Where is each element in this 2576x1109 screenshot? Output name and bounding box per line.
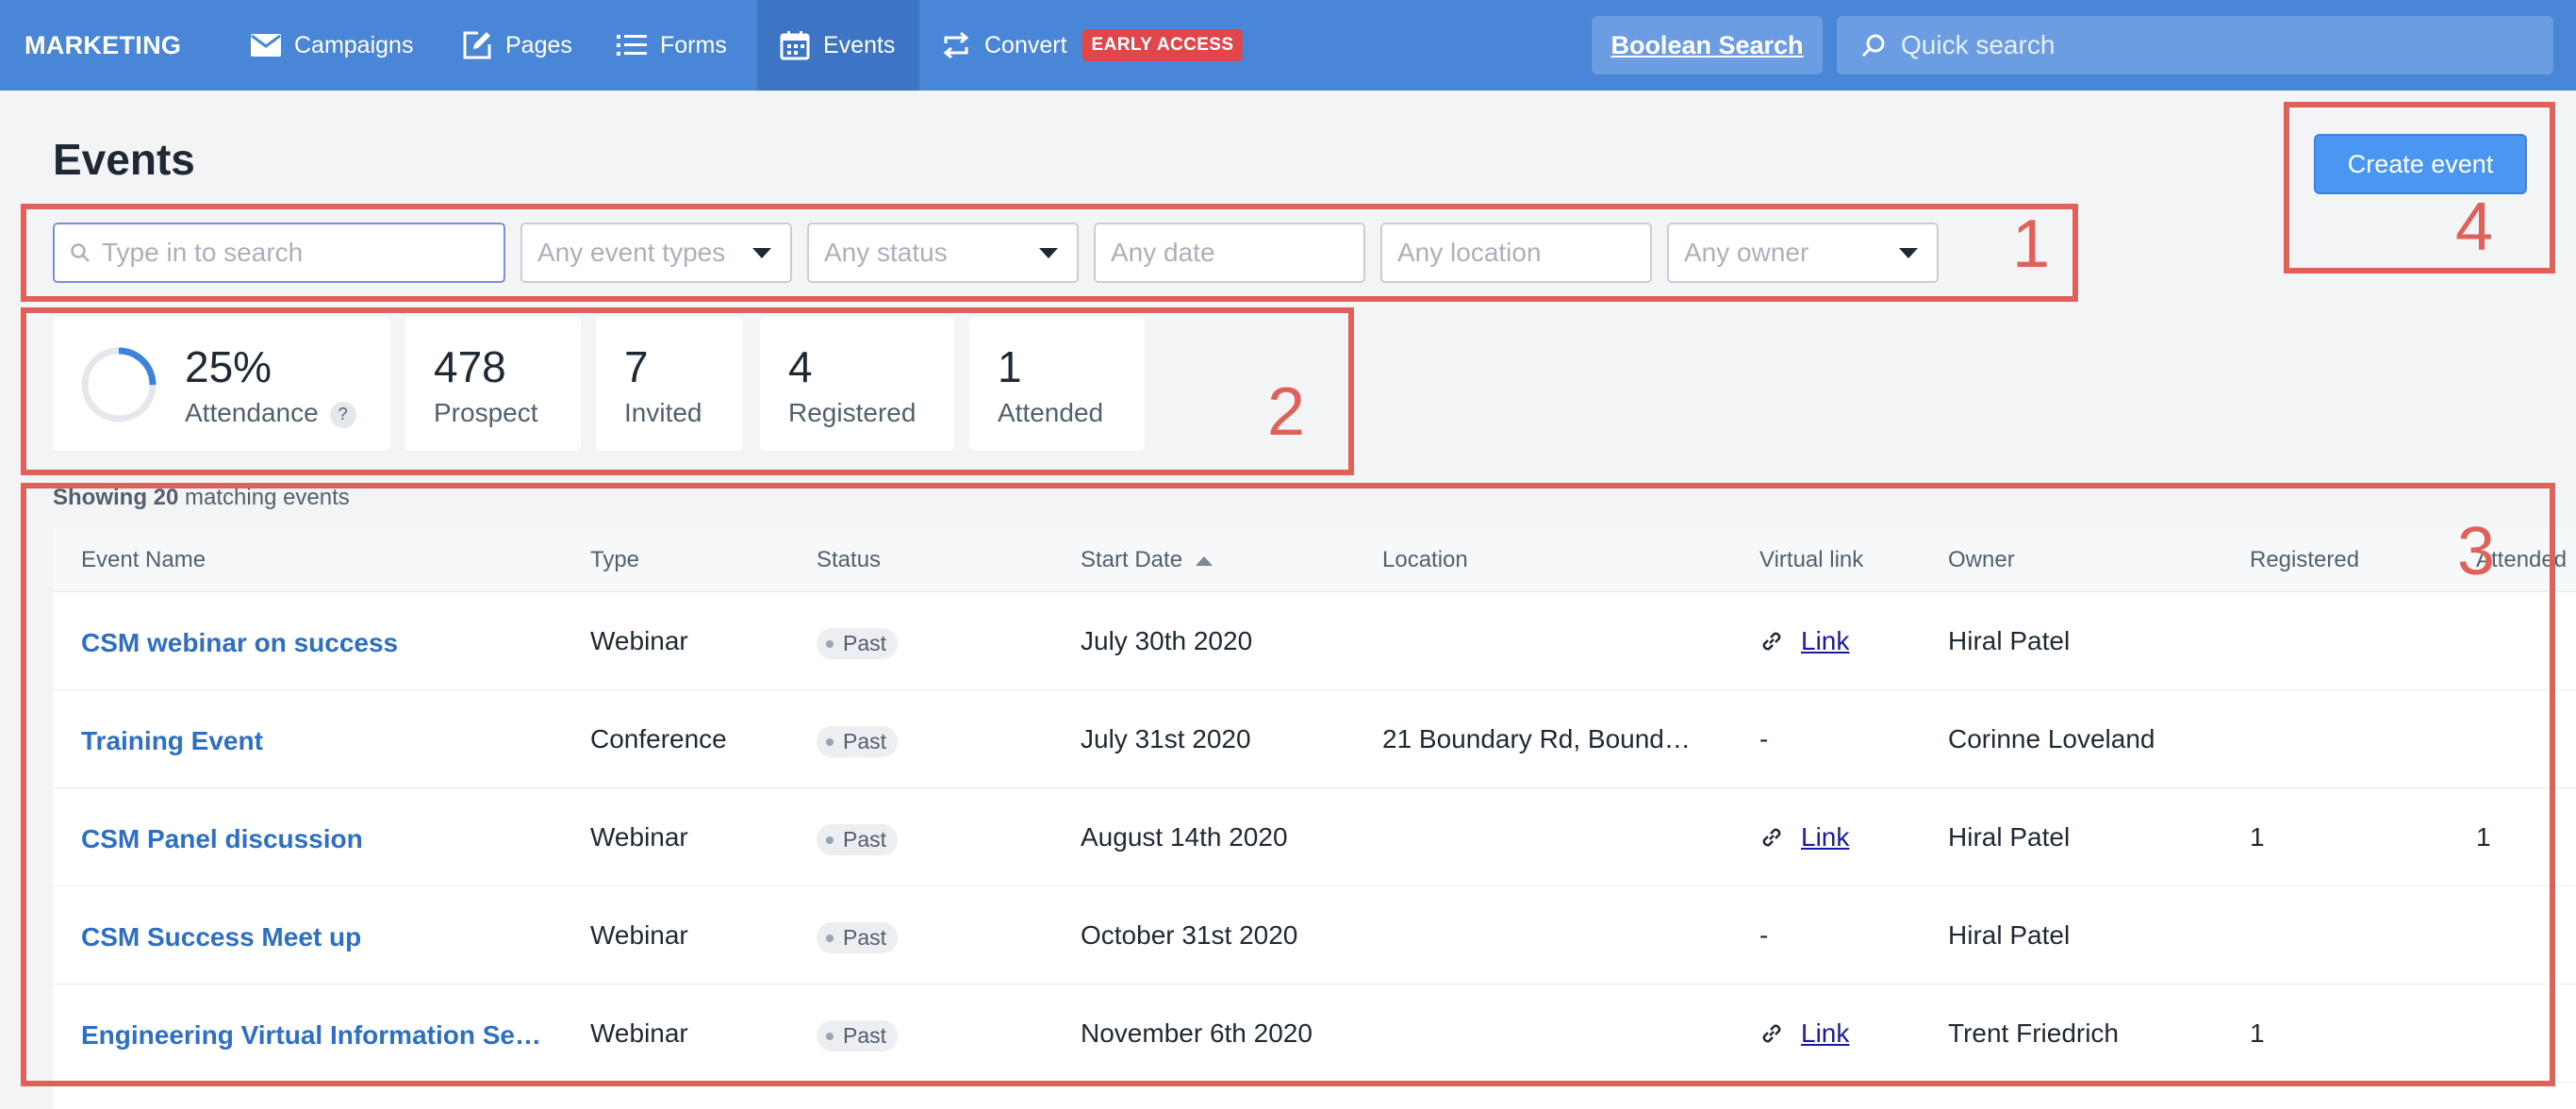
nav-item-forms[interactable]: Forms	[615, 0, 727, 91]
edit-page-icon	[460, 28, 494, 62]
annotation-box-4	[2284, 102, 2555, 273]
nav-label-pages: Pages	[505, 31, 572, 58]
nav-label-convert: Convert	[984, 31, 1067, 58]
brand-label[interactable]: MARKETING	[25, 0, 181, 91]
envelope-icon	[249, 28, 283, 62]
nav-item-campaigns[interactable]: Campaigns	[249, 0, 413, 91]
nav-label-campaigns: Campaigns	[294, 31, 414, 58]
nav-label-forms: Forms	[660, 31, 727, 58]
annotation-number-1: 1	[2012, 207, 2051, 282]
convert-icon	[939, 28, 973, 62]
annotation-box-1	[21, 204, 2078, 302]
search-icon	[1861, 33, 1886, 58]
annotation-number-4: 4	[2455, 190, 2494, 265]
calendar-icon	[778, 28, 812, 62]
annotation-number-2: 2	[1267, 374, 1306, 450]
page-title: Events	[53, 135, 195, 184]
top-nav-bar: MARKETING Campaigns Pages Forms Events C…	[0, 0, 2576, 91]
boolean-search-button[interactable]: Boolean Search	[1592, 16, 1823, 74]
nav-item-events[interactable]: Events	[757, 0, 919, 91]
early-access-badge: EARLY ACCESS	[1082, 29, 1244, 61]
quick-search-placeholder: Quick search	[1901, 30, 2056, 59]
list-icon	[615, 28, 649, 62]
annotation-number-3: 3	[2457, 514, 2496, 589]
annotation-box-3	[21, 483, 2555, 1086]
annotation-box-2	[21, 307, 1354, 475]
nav-label-events: Events	[823, 31, 896, 58]
nav-item-pages[interactable]: Pages	[460, 0, 572, 91]
nav-item-convert[interactable]: Convert EARLY ACCESS	[939, 0, 1244, 91]
quick-search-input[interactable]: Quick search	[1837, 16, 2553, 74]
